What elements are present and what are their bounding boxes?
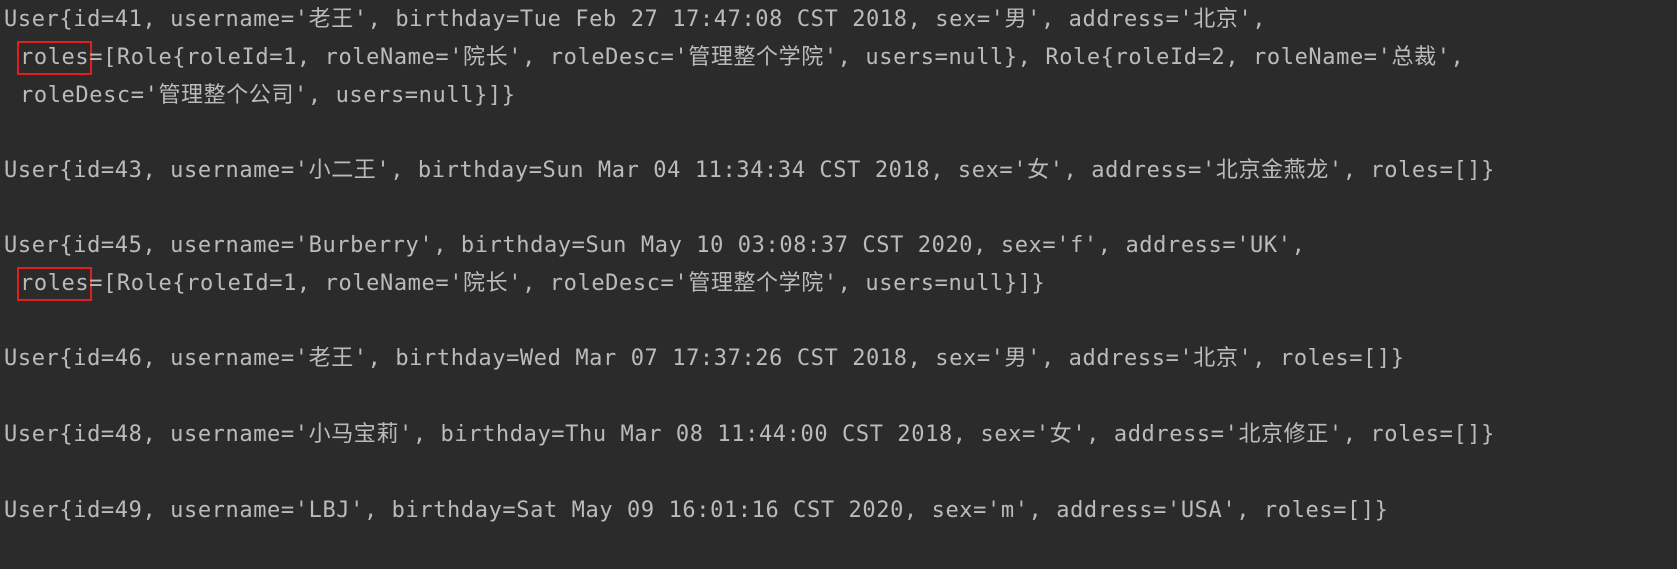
output-line: roles=[Role{roleId=1, roleName='院长', rol… — [16, 41, 1465, 75]
highlight-box-roles: roles — [16, 267, 93, 301]
output-line-text: =[Role{roleId=1, roleName='院长', roleDesc… — [89, 271, 1046, 296]
output-line-text: =[Role{roleId=1, roleName='院长', roleDesc… — [89, 45, 1465, 70]
output-line: User{id=41, username='老王', birthday=Tue … — [4, 7, 1267, 32]
output-line: User{id=46, username='老王', birthday=Wed … — [4, 346, 1405, 371]
output-line: User{id=45, username='Burberry', birthda… — [4, 233, 1306, 258]
output-line: User{id=43, username='小二王', birthday=Sun… — [4, 158, 1495, 183]
output-line: roles=[Role{roleId=1, roleName='院长', rol… — [16, 267, 1046, 301]
highlight-box-roles: roles — [16, 41, 93, 75]
console-output: User{id=41, username='老王', birthday=Tue … — [0, 0, 1677, 569]
output-line: User{id=49, username='LBJ', birthday=Sat… — [4, 498, 1389, 523]
output-line: roleDesc='管理整个公司', users=null}]} — [20, 83, 516, 108]
output-line: User{id=48, username='小马宝莉', birthday=Th… — [4, 422, 1495, 447]
